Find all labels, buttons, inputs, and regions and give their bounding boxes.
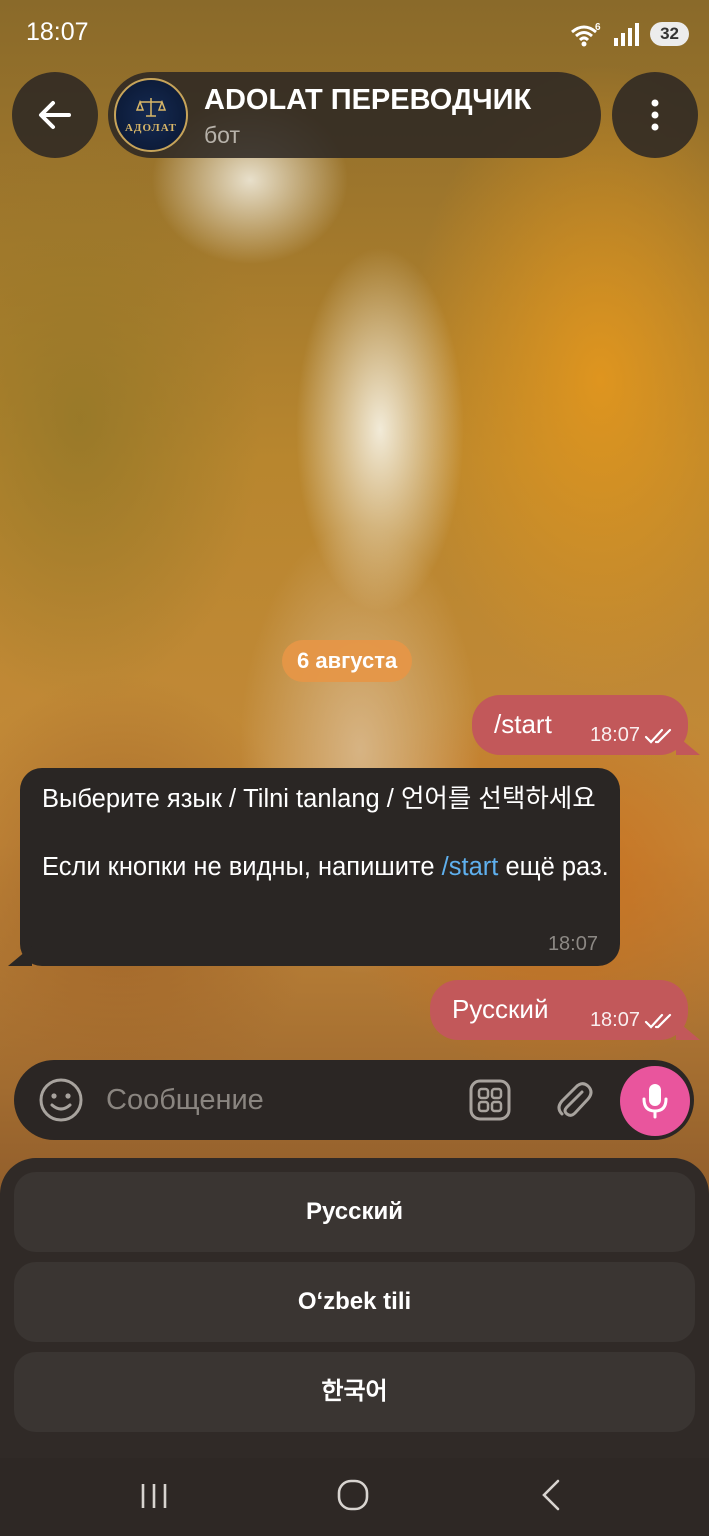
battery-level: 32 [650,22,689,46]
more-vertical-icon [651,99,659,131]
keyboard-button-russian[interactable]: Русский [14,1172,695,1252]
message-input[interactable] [106,1078,446,1122]
wifi-icon: 6 [571,22,601,47]
keyboard-button-uzbek[interactable]: Oʻzbek tili [14,1262,695,1342]
outgoing-message[interactable]: /start 18:07 [472,695,700,755]
message-text: /start [494,709,552,739]
arrow-left-icon [39,101,71,129]
chat-header[interactable]: АДОЛАТ ADOLAT ПЕРЕВОДЧИК бот [108,72,601,158]
message-line: Если кнопки не видны, напишите /start ещ… [42,850,612,884]
chat-subtitle: бот [204,122,240,148]
microphone-button[interactable] [620,1066,690,1136]
message-time: 18:07 [589,724,640,746]
keyboard-toggle-icon[interactable] [468,1078,512,1122]
status-time: 18:07 [26,18,89,46]
status-icons: 6 32 [570,20,689,48]
double-check-icon [644,728,672,744]
message-text-part: ещё раз. [498,853,609,881]
home-icon[interactable] [336,1478,370,1512]
nav-back-icon[interactable] [538,1478,564,1512]
chat-title: ADOLAT ПЕРЕВОДЧИК [204,84,532,116]
incoming-message[interactable]: Выберите язык / Tilni tanlang / 언어를 선택하세… [8,768,620,966]
navigation-bar [0,1458,709,1536]
scales-icon [136,98,166,117]
status-bar: 18:07 6 32 [0,0,709,66]
wifi-badge: 6 [595,22,601,33]
emoji-icon[interactable] [38,1077,84,1123]
avatar-logo-text: АДОЛАТ [124,122,178,134]
message-time: 18:07 [547,933,598,955]
date-separator: 6 августа [282,640,413,682]
message-composer [14,1060,694,1140]
microphone-icon [642,1084,668,1119]
more-menu-button[interactable] [612,72,698,158]
message-text-part: Если кнопки не видны, напишите [42,853,442,881]
recent-apps-icon[interactable] [138,1480,170,1512]
signal-icon [614,23,640,46]
message-text: Выберите язык / Tilni tanlang / 언어를 선택하세… [42,782,612,884]
paperclip-icon[interactable] [552,1078,596,1122]
outgoing-message[interactable]: Русский 18:07 [430,980,700,1040]
keyboard-button-korean[interactable]: 한국어 [14,1352,695,1432]
double-check-icon [644,1013,672,1029]
back-button[interactable] [12,72,98,158]
message-line: Выберите язык / Tilni tanlang / 언어를 선택하세… [42,785,596,813]
avatar[interactable]: АДОЛАТ [114,78,188,152]
bot-reply-keyboard: Русский Oʻzbek tili 한국어 [0,1158,709,1458]
message-time: 18:07 [589,1009,640,1031]
start-command-link[interactable]: /start [442,853,499,881]
message-text: Русский [452,994,549,1024]
